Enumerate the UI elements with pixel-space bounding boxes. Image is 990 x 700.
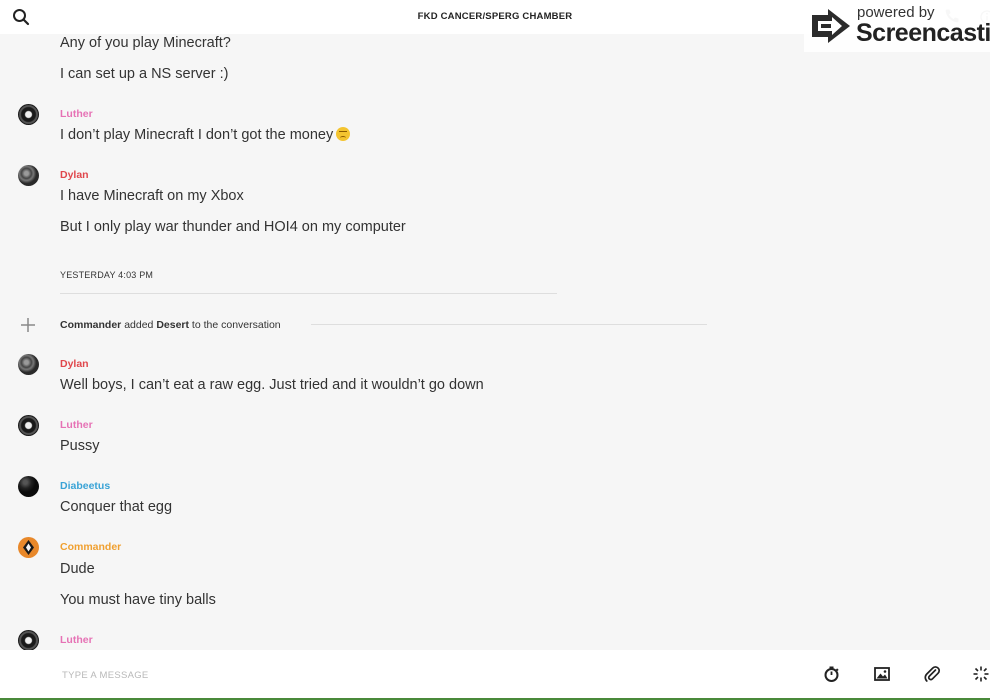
sender-name[interactable]: Dylan [60, 169, 89, 181]
sender-name[interactable]: Dylan [60, 358, 89, 370]
sender-name[interactable]: Luther [60, 634, 93, 646]
message-input[interactable] [60, 662, 764, 688]
plus-icon [20, 317, 36, 333]
sender-name[interactable]: Diabeetus [60, 480, 110, 492]
message-body: I don’t play Minecraft I don’t got the m… [60, 127, 334, 143]
avatar[interactable] [18, 104, 39, 125]
message-text: You must have tiny balls [60, 592, 216, 608]
avatar[interactable] [18, 165, 39, 186]
commander-emblem-icon [23, 540, 34, 555]
message-feed[interactable]: Any of you play Minecraft? I can set up … [0, 34, 990, 650]
message-text: Any of you play Minecraft? [60, 35, 231, 51]
message-text: But I only play war thunder and HOI4 on … [60, 219, 406, 235]
sender-name[interactable]: Luther [60, 108, 93, 120]
system-suffix: to the conversation [191, 319, 281, 331]
avatar[interactable] [18, 537, 39, 558]
sparkle-icon[interactable] [972, 665, 990, 683]
sender-name[interactable]: Commander [60, 541, 121, 553]
message-text: Well boys, I can’t eat a raw egg. Just t… [60, 377, 484, 393]
avatar[interactable] [18, 415, 39, 436]
worried-face-emoji-icon [336, 127, 351, 141]
sender-name[interactable]: Luther [60, 419, 93, 431]
attachment-icon[interactable] [923, 665, 941, 683]
date-separator: YESTERDAY 4:03 PM [60, 270, 154, 280]
timer-icon[interactable] [823, 665, 841, 683]
message-text: I have Minecraft on my Xbox [60, 188, 244, 204]
system-message: Commander added Desert to the conversati… [60, 319, 281, 331]
divider [60, 293, 557, 294]
divider [311, 324, 707, 325]
system-verb: added [124, 319, 154, 331]
system-target: Desert [156, 319, 189, 331]
message-text: Conquer that egg [60, 499, 173, 515]
avatar[interactable] [18, 630, 39, 650]
message-composer [0, 650, 990, 698]
message-text: Pussy [60, 438, 100, 454]
image-icon[interactable] [873, 665, 891, 683]
system-actor: Commander [60, 319, 122, 331]
message-text: I don’t play Minecraft I don’t got the m… [60, 127, 351, 143]
avatar[interactable] [18, 354, 39, 375]
message-text: I can set up a NS server :) [60, 66, 229, 82]
message-text: Dude [60, 561, 95, 577]
avatar[interactable] [18, 476, 39, 497]
